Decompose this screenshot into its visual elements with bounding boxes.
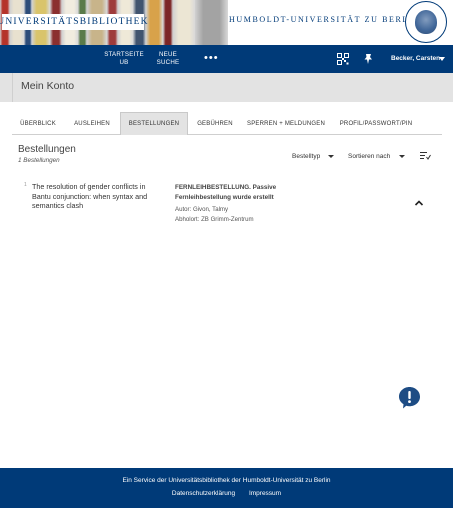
library-logo-text[interactable]: UNIVERSITÄTSBIBLIOTHEK	[0, 14, 148, 30]
account-header: Mein Konto	[0, 73, 453, 102]
university-name[interactable]: HUMBOLDT-UNIVERSITÄT ZU BERLIN	[229, 15, 421, 24]
chevron-down-icon[interactable]	[399, 155, 405, 158]
account-tabs: ÜBERBLICK AUSLEIHEN BESTELLUNGEN GEBÜHRE…	[12, 112, 442, 135]
university-seal-icon[interactable]	[405, 1, 447, 43]
tab-sperren-meldungen[interactable]: SPERREN + MELDUNGEN	[242, 112, 330, 135]
pin-icon[interactable]	[362, 53, 374, 65]
header-banner: UNIVERSITÄTSBIBLIOTHEK HUMBOLDT-UNIVERSI…	[0, 0, 453, 45]
order-title[interactable]: The resolution of gender conflicts in Ba…	[32, 182, 160, 211]
ellipsis-icon[interactable]: •••	[204, 52, 219, 64]
order-pickup-location: Abholort: ZB Grimm-Zentrum	[175, 216, 254, 223]
chevron-down-icon[interactable]	[328, 155, 334, 158]
order-author: Autor: Givon, Talmy	[175, 206, 229, 213]
tab-bestellungen[interactable]: BESTELLUNGEN	[120, 112, 188, 135]
order-type-filter[interactable]: Bestelltyp	[292, 153, 320, 160]
order-index: 1	[24, 182, 27, 188]
tab-gebuehren[interactable]: GEBÜHREN	[188, 112, 242, 135]
page-title: Mein Konto	[21, 80, 75, 92]
order-status: FERNLEIHBESTELLUNG. Passive Fernleihbest…	[175, 184, 277, 201]
privacy-link[interactable]: Datenschutzerklärung	[172, 490, 235, 497]
nav-startseite-ub[interactable]: STARTSEITE UB	[104, 51, 144, 67]
footer-links: Datenschutzerklärung Impressum	[0, 490, 453, 497]
book-spine	[195, 0, 228, 45]
book-spine	[173, 0, 195, 45]
qr-code-icon[interactable]	[337, 53, 349, 65]
main-navbar: STARTSEITE UB NEUE SUCHE ••• Becker, Car…	[0, 45, 453, 73]
book-spine	[163, 0, 173, 45]
user-menu[interactable]: Becker, Carsten	[391, 55, 440, 62]
tab-ueberblick[interactable]: ÜBERBLICK	[12, 112, 64, 135]
footer-service-text[interactable]: Ein Service der Universitätsbibliothek d…	[0, 477, 453, 484]
sort-order-icon[interactable]	[420, 151, 431, 161]
tab-profil[interactable]: PROFIL/PASSWORT/PIN	[330, 112, 422, 135]
footer: Ein Service der Universitätsbibliothek d…	[0, 468, 453, 508]
section-title: Bestellungen	[18, 144, 76, 155]
chevron-down-icon[interactable]	[439, 57, 445, 61]
tab-ausleihen[interactable]: AUSLEIHEN	[64, 112, 120, 135]
sort-select[interactable]: Sortieren nach	[348, 153, 390, 160]
feedback-icon[interactable]	[398, 386, 421, 409]
chevron-up-icon[interactable]	[414, 199, 424, 207]
divider	[12, 73, 13, 102]
nav-neue-suche[interactable]: NEUE SUCHE	[152, 51, 184, 67]
imprint-link[interactable]: Impressum	[249, 490, 281, 497]
order-count: 1 Bestellungen	[18, 157, 60, 164]
